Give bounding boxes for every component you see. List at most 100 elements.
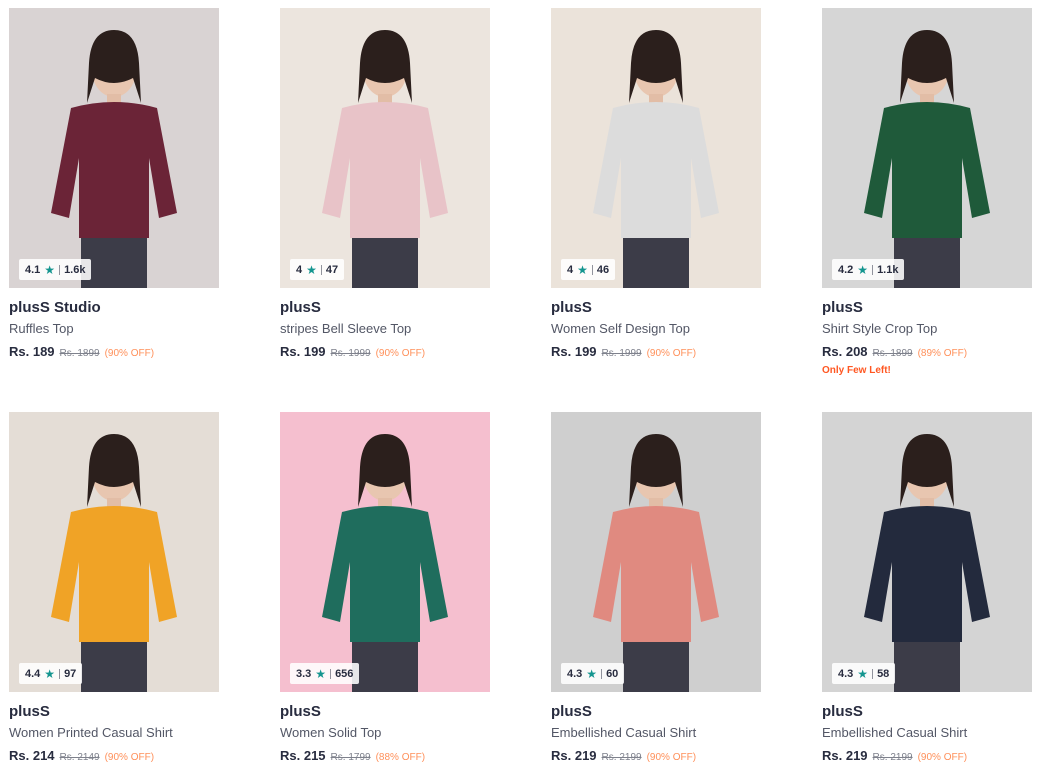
product-brand[interactable]: plusS bbox=[551, 298, 761, 318]
product-photo bbox=[9, 412, 219, 692]
product-mrp: Rs. 1799 bbox=[330, 752, 371, 763]
product-image[interactable]: 4.3 ★ 58 bbox=[822, 412, 1032, 692]
product-price: Rs. 208 bbox=[822, 344, 868, 359]
product-name[interactable]: Embellished Casual Shirt bbox=[822, 724, 1032, 742]
product-brand[interactable]: plusS bbox=[822, 298, 1032, 318]
product-price: Rs. 199 bbox=[280, 344, 326, 359]
product-discount: (90% OFF) bbox=[104, 752, 155, 763]
product-brand[interactable]: plusS Studio bbox=[9, 298, 219, 318]
star-icon: ★ bbox=[44, 262, 56, 277]
product-card[interactable]: 4.4 ★ 97 plusS Women Printed Casual Shir… bbox=[9, 412, 219, 763]
price-row: Rs. 214 Rs. 2149 (90% OFF) bbox=[9, 748, 219, 763]
model-bottoms bbox=[81, 642, 147, 692]
price-row: Rs. 208 Rs. 1899 (89% OFF) bbox=[822, 344, 1032, 359]
product-name[interactable]: Women Self Design Top bbox=[551, 320, 761, 338]
rating-divider bbox=[872, 264, 874, 275]
product-mrp: Rs. 2199 bbox=[872, 752, 913, 763]
star-icon: ★ bbox=[586, 666, 598, 681]
rating-count: 60 bbox=[606, 667, 619, 680]
rating-value: 4.2 bbox=[838, 263, 854, 276]
product-image[interactable]: 4 ★ 46 bbox=[551, 8, 761, 288]
product-price: Rs. 189 bbox=[9, 344, 55, 359]
product-name[interactable]: Shirt Style Crop Top bbox=[822, 320, 1032, 338]
product-photo bbox=[822, 8, 1032, 288]
rating-badge: 4.3 ★ 60 bbox=[561, 663, 625, 684]
product-card[interactable]: 4 ★ 47 plusS stripes Bell Sleeve Top Rs.… bbox=[280, 8, 490, 359]
rating-count: 46 bbox=[596, 263, 610, 276]
stock-warning: Only Few Left! bbox=[822, 365, 891, 376]
product-image[interactable]: 4.1 ★ 1.6k bbox=[9, 8, 219, 288]
rating-badge: 4.3 ★ 58 bbox=[832, 663, 896, 684]
product-image[interactable]: 4.2 ★ 1.1k bbox=[822, 8, 1032, 288]
product-photo bbox=[822, 412, 1032, 692]
product-brand[interactable]: plusS bbox=[280, 298, 490, 318]
product-price: Rs. 219 bbox=[551, 748, 597, 763]
product-card[interactable]: 4.3 ★ 60 plusS Embellished Casual Shirt … bbox=[551, 412, 761, 763]
product-image[interactable]: 3.3 ★ 656 bbox=[280, 412, 490, 692]
rating-count: 1.6k bbox=[64, 263, 86, 276]
star-icon: ★ bbox=[306, 262, 317, 277]
product-card[interactable]: 4 ★ 46 plusS Women Self Design Top Rs. 1… bbox=[551, 8, 761, 359]
product-card[interactable]: 4.2 ★ 1.1k plusS Shirt Style Crop Top Rs… bbox=[822, 8, 1032, 376]
rating-divider bbox=[601, 668, 603, 679]
product-mrp: Rs. 1899 bbox=[59, 348, 100, 359]
product-mrp: Rs. 2149 bbox=[59, 752, 100, 763]
product-image[interactable]: 4.4 ★ 97 bbox=[9, 412, 219, 692]
product-mrp: Rs. 1999 bbox=[330, 348, 371, 359]
product-brand[interactable]: plusS bbox=[9, 702, 219, 722]
rating-value: 3.3 bbox=[296, 667, 312, 680]
product-image[interactable]: 4 ★ 47 bbox=[280, 8, 490, 288]
product-name[interactable]: stripes Bell Sleeve Top bbox=[280, 320, 490, 338]
star-icon: ★ bbox=[857, 262, 869, 277]
product-photo bbox=[551, 8, 761, 288]
rating-count: 47 bbox=[325, 263, 339, 276]
rating-badge: 4.1 ★ 1.6k bbox=[19, 259, 92, 280]
model-bottoms bbox=[623, 642, 689, 692]
price-row: Rs. 199 Rs. 1999 (90% OFF) bbox=[280, 344, 490, 359]
product-discount: (90% OFF) bbox=[646, 752, 697, 763]
rating-badge: 4.2 ★ 1.1k bbox=[832, 259, 905, 280]
star-icon: ★ bbox=[577, 262, 588, 277]
product-brand[interactable]: plusS bbox=[280, 702, 490, 722]
star-icon: ★ bbox=[44, 666, 56, 681]
product-photo bbox=[280, 412, 490, 692]
product-price: Rs. 215 bbox=[280, 748, 326, 763]
rating-badge: 4 ★ 47 bbox=[290, 259, 345, 280]
product-name[interactable]: Embellished Casual Shirt bbox=[551, 724, 761, 742]
rating-value: 4.3 bbox=[567, 667, 583, 680]
rating-divider bbox=[59, 264, 61, 275]
product-discount: (90% OFF) bbox=[375, 348, 426, 359]
product-discount: (89% OFF) bbox=[917, 348, 968, 359]
price-row: Rs. 219 Rs. 2199 (90% OFF) bbox=[822, 748, 1032, 763]
star-icon: ★ bbox=[857, 666, 869, 681]
rating-divider bbox=[330, 668, 332, 679]
rating-value: 4 bbox=[567, 263, 574, 276]
rating-value: 4 bbox=[296, 263, 303, 276]
rating-value: 4.3 bbox=[838, 667, 854, 680]
product-brand[interactable]: plusS bbox=[551, 702, 761, 722]
product-name[interactable]: Ruffles Top bbox=[9, 320, 219, 338]
product-discount: (90% OFF) bbox=[646, 348, 697, 359]
price-row: Rs. 219 Rs. 2199 (90% OFF) bbox=[551, 748, 761, 763]
product-mrp: Rs. 2199 bbox=[601, 752, 642, 763]
product-mrp: Rs. 1999 bbox=[601, 348, 642, 359]
rating-badge: 4 ★ 46 bbox=[561, 259, 616, 280]
product-card[interactable]: 4.3 ★ 58 plusS Embellished Casual Shirt … bbox=[822, 412, 1032, 763]
rating-count: 58 bbox=[877, 667, 890, 680]
rating-divider bbox=[591, 264, 593, 275]
product-name[interactable]: Women Solid Top bbox=[280, 724, 490, 742]
product-card[interactable]: 4.1 ★ 1.6k plusS Studio Ruffles Top Rs. … bbox=[9, 8, 219, 359]
product-card[interactable]: 3.3 ★ 656 plusS Women Solid Top Rs. 215 … bbox=[280, 412, 490, 763]
product-name[interactable]: Women Printed Casual Shirt bbox=[9, 724, 219, 742]
product-brand[interactable]: plusS bbox=[822, 702, 1032, 722]
rating-count: 97 bbox=[64, 667, 77, 680]
product-mrp: Rs. 1899 bbox=[872, 348, 913, 359]
product-discount: (88% OFF) bbox=[375, 752, 426, 763]
rating-divider bbox=[59, 668, 61, 679]
star-icon: ★ bbox=[315, 666, 327, 681]
rating-value: 4.1 bbox=[25, 263, 41, 276]
rating-value: 4.4 bbox=[25, 667, 41, 680]
product-image[interactable]: 4.3 ★ 60 bbox=[551, 412, 761, 692]
model-bottoms bbox=[894, 642, 960, 692]
product-photo bbox=[551, 412, 761, 692]
